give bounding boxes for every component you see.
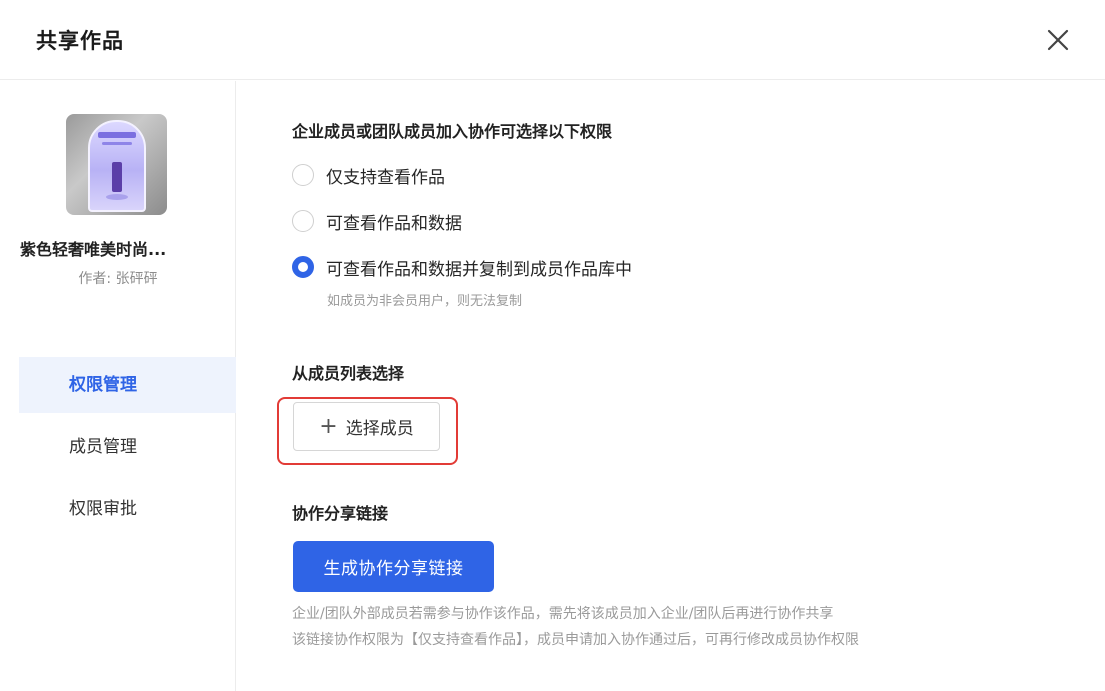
generate-share-link-button[interactable]: 生成协作分享链接 [293,541,494,592]
copy-hint: 如成员为非会员用户，则无法复制 [327,294,523,309]
share-note-line-2: 该链接协作权限为【仅支持查看作品】，成员申请加入协作通过后，可再行修改成员协作权… [292,632,859,648]
option-label: 可查看作品和数据 [326,213,462,234]
dialog-title: 共享作品 [36,29,124,53]
poster-product [112,162,122,192]
poster-subline [102,142,132,145]
close-button[interactable] [1040,22,1076,58]
sidebar: 紫色轻奢唯美时尚... 作者: 张砰砰 权限管理 成员管理 权限审批 [0,81,236,691]
work-thumbnail [66,114,167,215]
permission-heading: 企业成员或团队成员加入协作可选择以下权限 [292,122,613,141]
select-member-button[interactable]: + 选择成员 [293,402,440,451]
sidebar-item-permission-management[interactable]: 权限管理 [19,357,236,413]
share-note-line-1: 企业/团队外部成员若需参与协作该作品，需先将该成员加入企业/团队后再进行协作共享 [292,606,834,622]
permission-option-view-data[interactable]: 可查看作品和数据 [292,209,462,234]
share-link-heading: 协作分享链接 [292,504,389,523]
permission-option-view-copy[interactable]: 可查看作品和数据并复制到成员作品库中 [292,255,632,280]
option-label: 可查看作品和数据并复制到成员作品库中 [326,259,632,280]
permission-option-view-only[interactable]: 仅支持查看作品 [292,163,445,188]
poster-pedestal [106,194,128,200]
member-select-heading: 从成员列表选择 [292,364,405,383]
poster-banner [98,132,136,138]
poster-frame [88,120,146,212]
radio-button-checked[interactable] [292,256,314,278]
select-member-label: 选择成员 [345,419,414,439]
close-icon [1047,29,1069,51]
dialog-header: 共享作品 [0,0,1105,80]
radio-button[interactable] [292,210,314,232]
work-name: 紫色轻奢唯美时尚... [20,240,167,259]
plus-icon: + [319,413,338,439]
author-label: 作者: [78,271,112,287]
option-label: 仅支持查看作品 [326,167,445,188]
author-name: 张砰砰 [115,271,158,287]
radio-button[interactable] [292,164,314,186]
work-author: 作者: 张砰砰 [0,268,236,288]
sidebar-item-permission-approval[interactable]: 权限审批 [19,481,236,537]
sidebar-item-member-management[interactable]: 成员管理 [19,419,236,475]
